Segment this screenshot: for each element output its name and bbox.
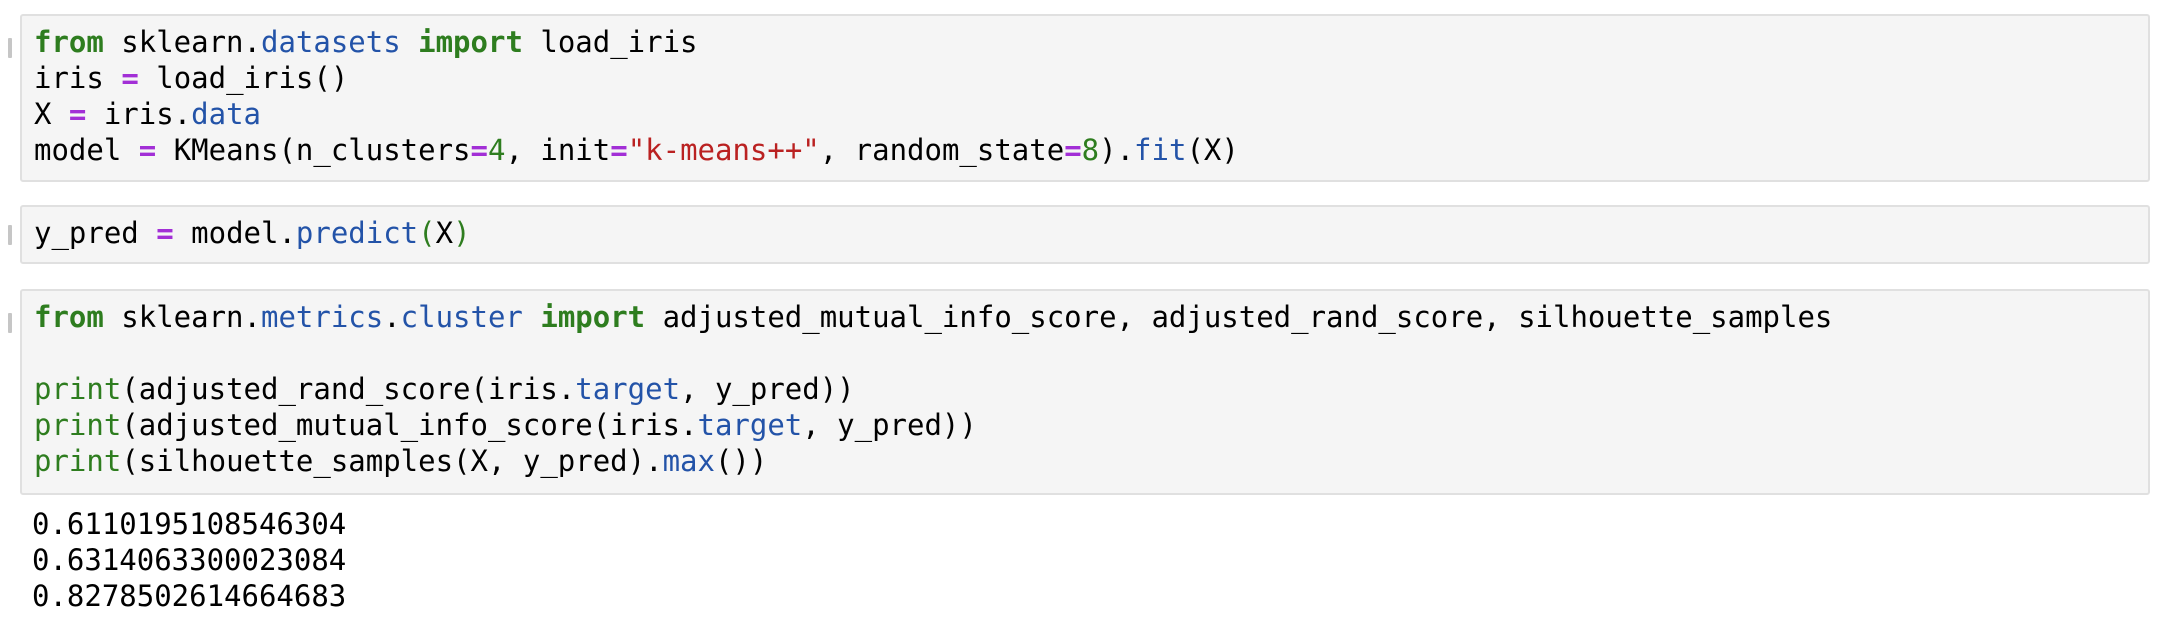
code-token: (adjusted_mutual_info_score(iris. (121, 408, 698, 442)
code-token: from (34, 300, 104, 334)
code-line: from sklearn.metrics.cluster import adju… (34, 299, 2148, 335)
code-token: print (34, 408, 122, 442)
code-token: adjusted_mutual_info_score, adjusted_ran… (645, 300, 1833, 334)
code-token: , init (505, 133, 611, 167)
code-token: print (34, 372, 122, 406)
code-token: import (418, 25, 523, 59)
code-token: X (435, 216, 454, 250)
code-line: from sklearn.datasets import load_iris (34, 24, 2148, 60)
code-token: fit (1134, 133, 1187, 167)
code-token: X (34, 97, 69, 131)
output-line: 0.6110195108546304 (32, 507, 347, 541)
code-token: print (34, 444, 122, 478)
code-token: ). (1099, 133, 1135, 167)
code-token: datasets (260, 25, 401, 59)
code-token: = (121, 61, 139, 95)
code-cell-metrics[interactable]: from sklearn.metrics.cluster import adju… (8, 289, 2150, 495)
code-token: sklearn. (103, 300, 261, 334)
code-token: , random_state (819, 133, 1065, 167)
code-token: , y_pred)) (802, 408, 977, 442)
code-line: print(adjusted_rand_score(iris.target, y… (34, 371, 2148, 407)
code-token: = (138, 133, 157, 167)
code-cell-predict[interactable]: y_pred = model.predict(X) (8, 205, 2150, 264)
code-token: y_pred (34, 216, 157, 250)
code-token: "k-means++" (627, 133, 820, 167)
code-token: data (191, 97, 261, 131)
code-token: = (470, 133, 488, 167)
output-line: 0.6314063300023084 (32, 543, 347, 577)
code-token: , y_pred)) (680, 372, 855, 406)
code-token: sklearn. (103, 25, 261, 59)
code-token: KMeans(n_clusters (156, 133, 471, 167)
code-token: cluster (400, 300, 523, 334)
code-line: iris = load_iris() (34, 60, 2148, 96)
code-line: model = KMeans(n_clusters=4, init="k-mea… (34, 132, 2148, 168)
code-token: max (662, 444, 715, 478)
cell-output: 0.6110195108546304 0.6314063300023084 0.… (32, 506, 346, 614)
code-token: ) (453, 216, 471, 250)
code-token: = (68, 97, 87, 131)
cell-prompt-marker (8, 225, 12, 245)
code-token: predict (295, 216, 419, 250)
code-token: import (540, 300, 646, 334)
code-token: 8 (1081, 133, 1100, 167)
code-token: ()) (714, 444, 768, 478)
code-line: print(silhouette_samples(X, y_pred).max(… (34, 443, 2148, 479)
code-token: (X) (1186, 133, 1239, 167)
code-token: 4 (487, 133, 506, 167)
code-token: (silhouette_samples(X, y_pred). (121, 444, 663, 478)
code-token: model. (173, 216, 296, 250)
code-token: metrics (260, 300, 384, 334)
code-editor[interactable]: from sklearn.datasets import load_iris ir… (34, 24, 2148, 168)
code-token: = (156, 216, 174, 250)
code-token: iris (34, 61, 122, 95)
code-line: print(adjusted_mutual_info_score(iris.ta… (34, 407, 2148, 443)
cell-prompt-marker (8, 38, 12, 58)
code-line: X = iris.data (34, 96, 2148, 132)
code-editor[interactable]: y_pred = model.predict(X) (34, 215, 2148, 251)
code-token: iris. (86, 97, 192, 131)
code-token: load_iris() (138, 61, 349, 95)
cell-prompt-marker (8, 313, 12, 333)
code-editor[interactable]: from sklearn.metrics.cluster import adju… (34, 299, 2148, 479)
code-token: = (610, 133, 628, 167)
code-token: from (34, 25, 104, 59)
code-token: ( (418, 216, 436, 250)
code-cell-load-data[interactable]: from sklearn.datasets import load_iris ir… (8, 14, 2150, 182)
code-token: target (697, 408, 803, 442)
code-token: = (1064, 133, 1082, 167)
code-token: model (34, 133, 139, 167)
code-token: . (383, 300, 401, 334)
code-token: (adjusted_rand_score(iris. (121, 372, 576, 406)
code-token: target (575, 372, 681, 406)
code-line: y_pred = model.predict(X) (34, 215, 2148, 251)
output-line: 0.8278502614664683 (32, 579, 347, 613)
code-token: load_iris (522, 25, 698, 59)
